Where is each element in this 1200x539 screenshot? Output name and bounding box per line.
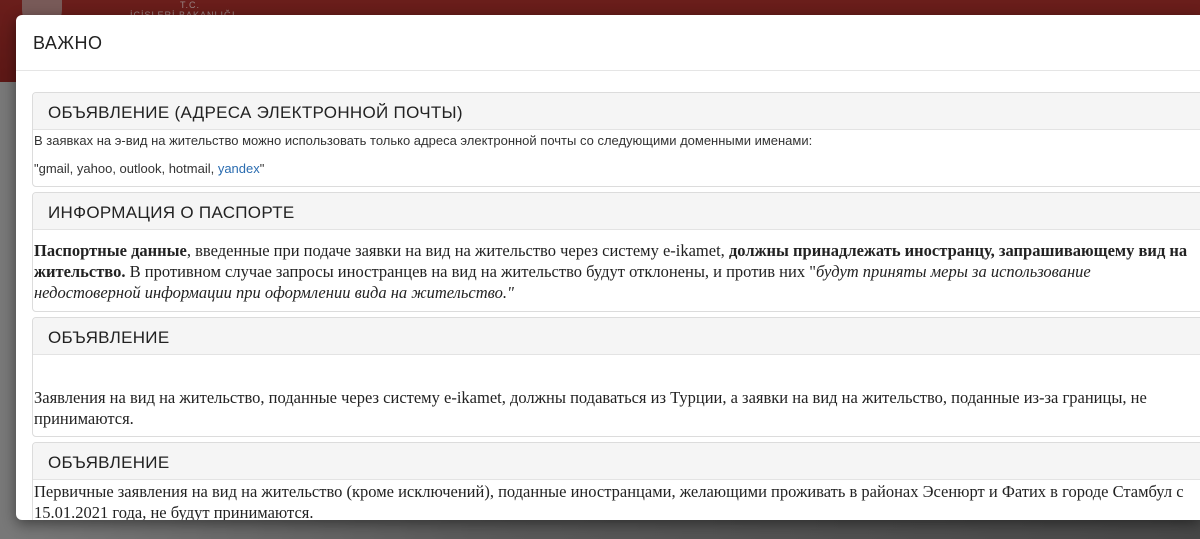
modal-title: ВАЖНО: [33, 33, 103, 53]
modal-header: ВАЖНО: [16, 15, 1200, 71]
passport-bold-1: Паспортные данные: [34, 241, 187, 260]
panel-announcement-istanbul: ОБЪЯВЛЕНИЕ Первичные заявления на вид на…: [32, 442, 1200, 520]
panel-title: ИНФОРМАЦИЯ О ПАСПОРТЕ: [48, 203, 295, 222]
panel-heading: ОБЪЯВЛЕНИЕ (АДРЕСА ЭЛЕКТРОННОЙ ПОЧТЫ): [33, 93, 1200, 130]
panel-announcement-turkey: ОБЪЯВЛЕНИЕ Заявления на вид на жительств…: [32, 317, 1200, 437]
domains-prefix: "gmail, yahoo, outlook, hotmail,: [34, 161, 218, 176]
passport-text: Паспортные данные, введенные при подаче …: [34, 240, 1197, 303]
domains-suffix: ": [259, 161, 265, 176]
modal-body[interactable]: ОБЪЯВЛЕНИЕ (АДРЕСА ЭЛЕКТРОННОЙ ПОЧТЫ) В …: [32, 89, 1200, 520]
panel-heading: ОБЪЯВЛЕНИЕ: [33, 443, 1200, 480]
passport-text-1: , введенные при подаче заявки на вид на …: [186, 241, 729, 260]
panel-text: Первичные заявления на вид на жительство…: [34, 482, 1184, 520]
panel-email-announcement: ОБЪЯВЛЕНИЕ (АДРЕСА ЭЛЕКТРОННОЙ ПОЧТЫ) В …: [32, 92, 1200, 187]
panel-title: ОБЪЯВЛЕНИЕ (АДРЕСА ЭЛЕКТРОННОЙ ПОЧТЫ): [48, 103, 463, 122]
panel-title: ОБЪЯВЛЕНИЕ: [48, 328, 170, 347]
panel-title: ОБЪЯВЛЕНИЕ: [48, 453, 170, 472]
panel-passport-info: ИНФОРМАЦИЯ О ПАСПОРТЕ Паспортные данные,…: [32, 192, 1200, 312]
important-modal: ВАЖНО ОБЪЯВЛЕНИЕ (АДРЕСА ЭЛЕКТРОННОЙ ПОЧ…: [16, 15, 1200, 520]
panel-heading: ИНФОРМАЦИЯ О ПАСПОРТЕ: [33, 193, 1200, 230]
panel-text: В заявках на э-вид на жительство можно и…: [34, 133, 813, 148]
passport-text-2: В противном случае запросы иностранцев н…: [125, 262, 816, 281]
yandex-link[interactable]: yandex: [218, 161, 260, 176]
email-domains: "gmail, yahoo, outlook, hotmail, yandex": [34, 161, 264, 176]
panel-heading: ОБЪЯВЛЕНИЕ: [33, 318, 1200, 355]
panel-text: Заявления на вид на жительство, поданные…: [34, 388, 1147, 428]
